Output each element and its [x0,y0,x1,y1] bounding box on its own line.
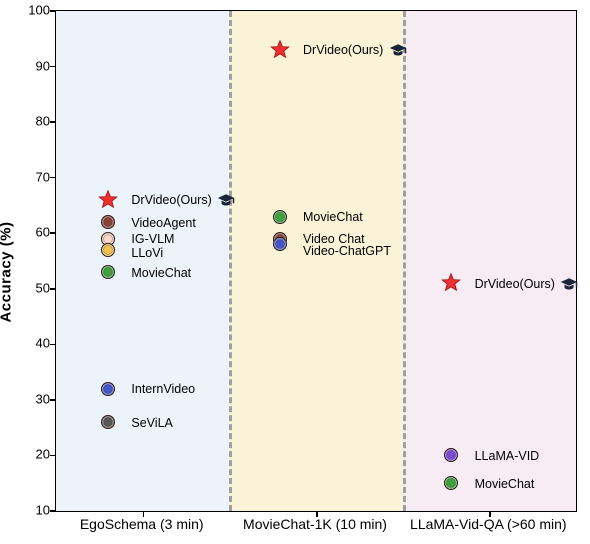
y-tick-60: 60 [36,225,50,240]
label-moviechat-mc1k: MovieChat [303,211,363,224]
y-tickmark [50,399,56,401]
y-tickmark [50,344,56,346]
graduation-cap-icon [217,192,235,210]
region-moviechat1k [229,11,402,511]
divider-2 [403,11,406,511]
y-tick-10: 10 [36,503,50,518]
y-tickmark [50,510,56,512]
label-videochatgpt: Video-ChatGPT [303,245,391,258]
y-tickmark [50,10,56,12]
x-cat-0: EgoSchema (3 min) [80,516,204,532]
y-tick-30: 30 [36,391,50,406]
label-internvideo: InternVideo [131,383,195,396]
y-tick-80: 80 [36,114,50,129]
label-drvideo-llamavid: DrVideo(Ours) [475,278,555,291]
y-tick-70: 70 [36,169,50,184]
pt-moviechat-llamavid [444,476,458,490]
y-tickmark [50,232,56,234]
y-tickmark [50,455,56,457]
label-drvideo-ego: DrVideo(Ours) [131,194,211,207]
label-igvlm: IG-VLM [131,233,174,246]
label-moviechat-ego: MovieChat [131,267,191,280]
label-llamavid: LLaMA-VID [475,450,540,463]
label-moviechat-llamavid: MovieChat [475,478,535,491]
star-icon [97,189,119,211]
divider-1 [229,11,232,511]
pt-llovi [101,243,115,257]
y-tick-100: 100 [28,3,50,18]
pt-internvideo [101,382,115,396]
graduation-cap-icon [389,42,407,60]
y-tickmark [50,177,56,179]
pt-moviechat-ego [101,265,115,279]
chart-container: Accuracy (%) 10 20 30 40 50 60 70 80 90 … [0,0,590,544]
y-tick-40: 40 [36,336,50,351]
pt-sevila [101,415,115,429]
y-tick-20: 20 [36,447,50,462]
label-llovi: LLoVi [131,247,163,260]
pt-videoagent [101,215,115,229]
pt-moviechat-mc1k [273,210,287,224]
y-tick-90: 90 [36,58,50,73]
pt-drvideo-llamavid [440,272,462,294]
plot-area: DrVideo(Ours) VideoAgent IG-VLM LLoVi Mo… [55,10,577,512]
star-icon [440,272,462,294]
pt-llamavid [444,448,458,462]
y-tick-50: 50 [36,280,50,295]
region-llamavidqa [403,11,576,511]
pt-videochatgpt [273,237,287,251]
pt-drvideo-ego [97,189,119,211]
y-tickmark [50,288,56,290]
label-sevila: SeViLA [131,417,172,430]
y-tickmark [50,121,56,123]
x-cat-1: MovieChat-1K (10 min) [243,516,387,532]
y-axis-label: Accuracy (%) [0,221,15,322]
pt-drvideo-mc1k [269,39,291,61]
region-egoschema [56,11,229,511]
y-tickmark [50,66,56,68]
star-icon [269,39,291,61]
graduation-cap-icon [560,276,578,294]
x-cat-2: LLaMA-Vid-QA (>60 min) [410,516,567,532]
label-videoagent: VideoAgent [131,217,195,230]
label-drvideo-mc1k: DrVideo(Ours) [303,44,383,57]
